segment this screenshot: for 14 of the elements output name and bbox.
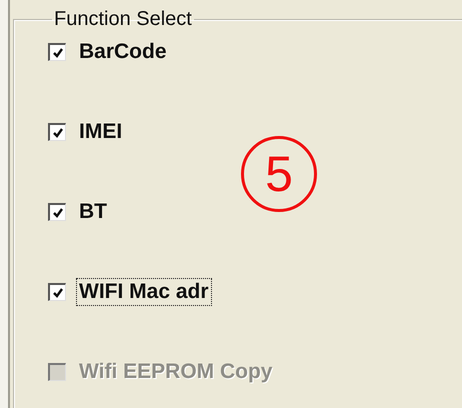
checkbox-label[interactable]: BarCode (76, 38, 170, 66)
checkbox-label[interactable]: BT (76, 198, 110, 226)
checkbox[interactable] (48, 43, 66, 61)
checkbox[interactable] (48, 283, 66, 301)
check-icon (52, 126, 64, 138)
check-icon (52, 46, 64, 58)
checkbox[interactable] (48, 123, 66, 141)
group-title: Function Select (53, 8, 193, 31)
checkbox-label[interactable]: IMEI (76, 118, 126, 146)
check-icon (52, 206, 64, 218)
checkbox-label[interactable]: WIFI Mac adr (76, 278, 212, 306)
step-number-annotation: 5 (241, 136, 317, 212)
checkbox[interactable] (48, 203, 66, 221)
check-icon (52, 286, 64, 298)
